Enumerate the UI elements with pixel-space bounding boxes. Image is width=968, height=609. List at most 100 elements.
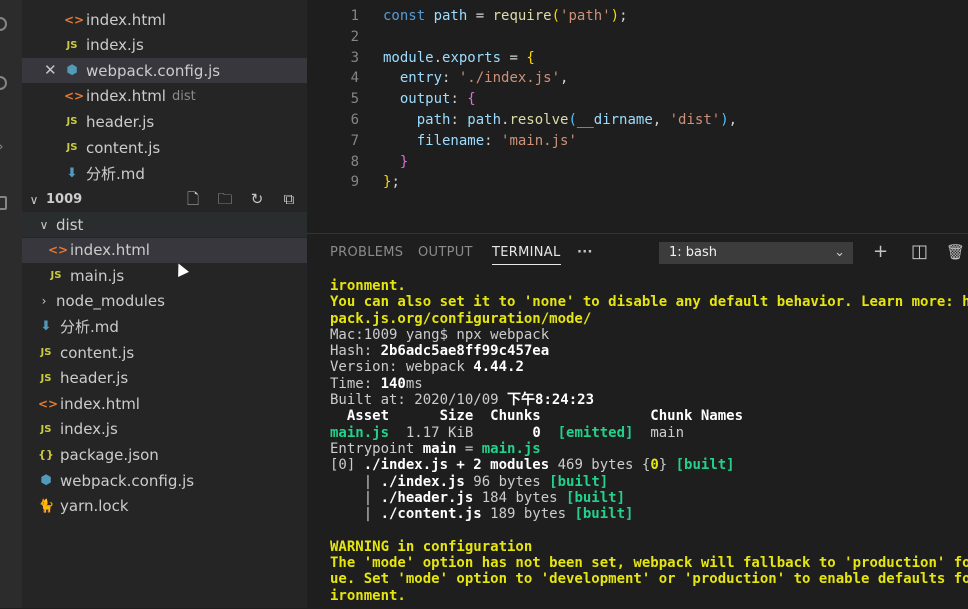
terminal-segment: [built] xyxy=(566,489,626,506)
terminal-line: Entrypoint main = main.js xyxy=(330,441,968,457)
code-token: : xyxy=(450,91,468,108)
folder-header-1009[interactable]: ∨ 1009 🗋 🗀 ↻ ⧉ xyxy=(22,187,307,212)
tree-item[interactable]: ∨ dist xyxy=(22,212,307,237)
chevron-down-icon: ∨ xyxy=(29,192,39,207)
yarn-file-icon: 🐈 xyxy=(38,498,55,514)
tree-item[interactable]: <> index.html xyxy=(22,237,307,263)
new-file-icon[interactable]: 🗋 xyxy=(183,190,203,208)
open-editor-item[interactable]: ⬇ 分析.md xyxy=(22,161,307,186)
open-editor-item[interactable]: ✕ ⬢ webpack.config.js xyxy=(22,58,307,84)
open-editor-item[interactable]: JS content.js xyxy=(22,135,307,160)
code-token: ) xyxy=(610,8,620,24)
tree-item[interactable]: <> index.html xyxy=(22,391,307,416)
terminal-line: ironment. xyxy=(330,588,968,604)
code-token: path xyxy=(416,112,451,128)
terminal-segment: ironment. xyxy=(330,587,406,604)
code-token: resolve xyxy=(509,112,569,128)
tree-item[interactable]: JS header.js xyxy=(22,366,307,391)
terminal-line: You can also set it to 'none' to disable… xyxy=(330,294,968,310)
tree-item-label: header.js xyxy=(60,369,129,388)
terminal-segment: 184 bytes xyxy=(473,489,567,506)
js-file-icon: JS xyxy=(40,372,52,384)
terminal-line: Built at: 2020/10/09 下午8:24:23 xyxy=(330,392,968,408)
line-number: 8 xyxy=(350,153,359,170)
code-token: output xyxy=(399,91,451,108)
code-text: module.exports = { xyxy=(383,48,535,69)
source-control-icon[interactable] xyxy=(0,17,7,31)
terminal-segment: main.js xyxy=(330,424,390,441)
tree-item[interactable]: JS main.js xyxy=(22,263,307,288)
new-terminal-icon[interactable]: + xyxy=(873,242,888,262)
tree-item[interactable]: ⬢ webpack.config.js xyxy=(22,468,307,493)
terminal-segment: 4.44.2 xyxy=(473,359,524,376)
html-file-icon: <> xyxy=(64,89,85,104)
js-file-icon: JS xyxy=(40,423,52,435)
tree-item-label: 分析.md xyxy=(60,318,119,337)
tab-problems[interactable]: PROBLEMS xyxy=(330,245,403,260)
line-number: 3 xyxy=(350,49,359,66)
tree-item[interactable]: JS index.js xyxy=(22,417,307,442)
collapse-all-icon[interactable]: ⧉ xyxy=(279,190,299,208)
terminal-segment: = xyxy=(456,440,482,457)
code-token: : xyxy=(484,132,502,149)
tree-item[interactable]: JS content.js xyxy=(22,340,307,365)
tree-item[interactable]: ⬇ 分析.md xyxy=(22,314,307,339)
extensions-icon[interactable] xyxy=(0,196,7,210)
terminal-line: The 'mode' option has not been set, webp… xyxy=(330,555,968,571)
tree-item[interactable]: › node_modules xyxy=(22,289,307,314)
js-file-icon: JS xyxy=(66,116,78,128)
close-icon[interactable]: ✕ xyxy=(44,62,57,79)
terminal-output[interactable]: ironment. You can also set it to 'none' t… xyxy=(330,278,968,604)
tab-terminal[interactable]: TERMINAL xyxy=(492,245,561,265)
open-editor-item[interactable]: JS index.js xyxy=(22,33,307,58)
open-editor-item[interactable]: <> index.html dist xyxy=(22,84,307,109)
split-terminal-icon[interactable]: ◫ xyxy=(911,242,928,262)
more-actions-icon[interactable]: ··· xyxy=(577,245,593,260)
tree-item-label: node_modules xyxy=(56,292,165,311)
terminal-line: Version: webpack 4.44.2 xyxy=(330,359,968,375)
code-text: } xyxy=(383,152,408,173)
line-number: 9 xyxy=(350,174,359,191)
json-file-icon: {} xyxy=(38,448,54,462)
file-name: content.js xyxy=(86,138,161,157)
line-number: 1 xyxy=(350,8,359,24)
terminal-segment: ./index.js xyxy=(380,473,465,490)
tree-item[interactable]: {} package.json xyxy=(22,442,307,467)
terminal-segment: The 'mode' option has not been set, webp… xyxy=(330,555,968,572)
terminal-segment: 下午8:24:23 xyxy=(507,392,595,409)
terminal-line: WARNING in configuration xyxy=(330,539,968,555)
code-token: : xyxy=(450,112,468,128)
refresh-icon[interactable]: ↻ xyxy=(247,190,267,208)
terminal-shell-select[interactable]: 1: bash ⌄ xyxy=(659,242,853,264)
code-line: 5 output: { xyxy=(307,89,968,110)
code-token: ) xyxy=(720,112,729,128)
code-token: module xyxy=(383,49,434,66)
code-line: 7 filename: 'main.js' xyxy=(307,131,968,152)
code-token: ; xyxy=(619,8,628,24)
tree-item-label: index.html xyxy=(70,241,150,260)
run-icon[interactable]: › xyxy=(0,140,4,154)
terminal-segment: [0] xyxy=(330,457,364,474)
code-token: './index.js' xyxy=(458,70,561,87)
open-editor-item[interactable]: JS header.js xyxy=(22,109,307,134)
terminal-segment: Mac:1009 yang$ npx webpack xyxy=(330,326,550,343)
code-editor[interactable]: 1 const path = require('path'); 2 3 module.e… xyxy=(307,0,968,228)
terminal-line: | ./index.js 96 bytes [built] xyxy=(330,474,968,490)
terminal-segment: pack.js.org/configuration/mode/ xyxy=(330,310,592,327)
terminal-line: main.js 1.17 KiB 0 [emitted] main xyxy=(330,425,968,441)
html-file-icon: <> xyxy=(38,396,59,411)
code-token: , xyxy=(728,112,738,128)
debug-icon[interactable] xyxy=(0,76,7,90)
terminal-segment: ms xyxy=(405,375,423,392)
new-folder-icon[interactable]: 🗀 xyxy=(215,190,235,208)
code-token: 'path' xyxy=(560,8,611,24)
open-editor-item[interactable]: <> index.html xyxy=(22,7,307,32)
trash-icon[interactable]: 🗑 xyxy=(946,242,965,262)
html-file-icon: <> xyxy=(64,12,85,27)
tab-output[interactable]: OUTPUT xyxy=(418,245,473,260)
terminal-segment: ironment. xyxy=(330,278,406,294)
tree-item-label: main.js xyxy=(70,266,125,285)
tree-item[interactable]: 🐈 yarn.lock xyxy=(22,494,307,519)
terminal-line: Hash: 2b6adc5ae8ff99c457ea xyxy=(330,343,968,359)
